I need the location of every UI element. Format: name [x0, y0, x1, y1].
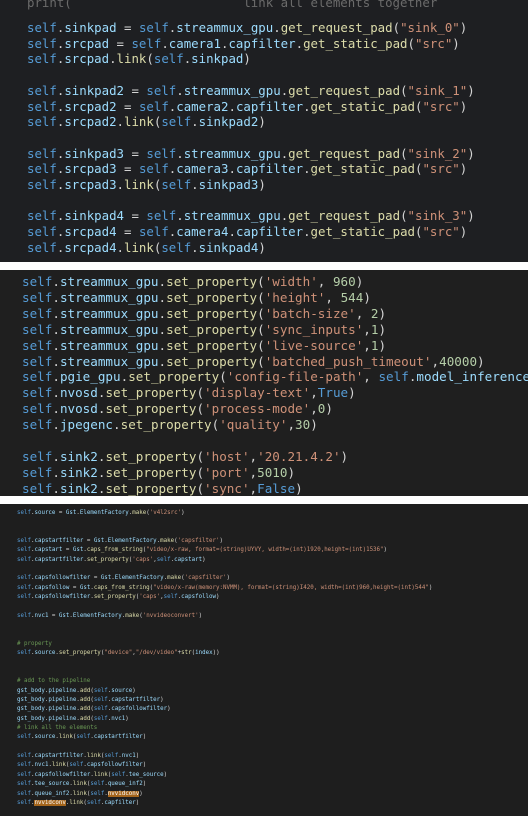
- code-line: self.capstartfilter.set_property('caps',…: [17, 556, 206, 563]
- code-line: self.pgie_gpu.set_property('config-file-…: [22, 369, 528, 385]
- code-line: self.capsfollowfilter.link(self.tee_sour…: [17, 771, 168, 778]
- code-line: self.sink2.set_property('port',5010): [22, 464, 296, 480]
- code-line: self.nvosd.set_property('process-mode',0…: [22, 401, 333, 417]
- code-line: self.nvvidconv.link(self.capfilter): [17, 799, 140, 806]
- code-line: self.srcpad.link(self.sinkpad): [27, 51, 251, 67]
- code-line: self.streammux_gpu.set_property('width',…: [22, 274, 364, 289]
- code-line: self.streammux_gpu.set_property('height'…: [22, 289, 371, 305]
- code-line: self.nvc1 = Gst.ElementFactory.make('nvv…: [17, 612, 203, 619]
- code-line: self.capsfollow = Gst.caps_from_string("…: [17, 584, 433, 591]
- code-line: self.streammux_gpu.set_property('sync_in…: [22, 321, 387, 337]
- code-line: # property: [17, 640, 52, 647]
- code-line: self.streammux_gpu.set_property('live-so…: [22, 337, 387, 353]
- code-line: self.sinkpad2 = self.streammux_gpu.get_r…: [27, 82, 475, 98]
- code-line: self.srcpad2.link(self.sinkpad2): [27, 114, 266, 130]
- code-line: self.queue_inf2.link(self.nvvidconv): [17, 790, 143, 797]
- code-line: self.sink2.set_property('sync',False): [22, 480, 303, 496]
- code-line: self.nvosd.set_property('display-text',T…: [22, 385, 356, 401]
- code-line: self.capsfollowfilter.set_property('caps…: [17, 594, 220, 601]
- code-panel-streammux-properties: self.streammux_gpu.set_property('width',…: [0, 270, 528, 496]
- code-panel-camera-pipeline: self.source = Gst.ElementFactory.make('v…: [0, 504, 528, 816]
- code-line: self.sinkpad3 = self.streammux_gpu.get_r…: [27, 145, 475, 161]
- code-line: self.streammux_gpu.set_property('batch-s…: [22, 305, 387, 321]
- code-line: self.streammux_gpu.set_property('batched…: [22, 353, 485, 369]
- code-line: self.capstart = Gst.caps_from_string("vi…: [17, 547, 388, 554]
- code-line: self.capstartfilter = Gst.ElementFactory…: [17, 538, 224, 545]
- code-line: self.srcpad4 = self.camera4.capfilter.ge…: [27, 224, 468, 240]
- code-line: gst_body.pipeline.add(self.capsfollowfil…: [17, 706, 171, 713]
- code-line: # link all the elements: [17, 725, 98, 732]
- code-line: self.capsfollowfilter = Gst.ElementFacto…: [17, 575, 231, 582]
- code-line: self.source.link(self.capstartfilter): [17, 734, 147, 741]
- cut-off-code-line: print( link all elements together: [27, 0, 438, 10]
- code-line: self.source.set_property("device","/dev/…: [17, 650, 220, 657]
- code-line: self.sinkpad4 = self.streammux_gpu.get_r…: [27, 208, 475, 224]
- code-panel-pad-linking: print( link all elements together self.s…: [0, 0, 528, 262]
- code-line: self.srcpad4.link(self.sinkpad4): [27, 239, 266, 255]
- code-line: gst_body.pipeline.add(self.capstartfilte…: [17, 697, 164, 703]
- code-line: self.tee_source.link(self.queue_inf2): [17, 781, 147, 788]
- code-line: self.source = Gst.ElementFactory.make('v…: [17, 510, 185, 516]
- code-line: self.srcpad2 = self.camera2.capfilter.ge…: [27, 98, 468, 114]
- code-line: self.sinkpad = self.streammux_gpu.get_re…: [27, 20, 468, 35]
- code-line: self.srcpad = self.camera1.capfilter.get…: [27, 35, 460, 51]
- code-line: self.capstartfilter.link(self.nvc1): [17, 753, 140, 760]
- code-line: self.sink2.set_property('host','20.21.4.…: [22, 448, 349, 464]
- code-line: self.nvc1.link(self.capsfollowfilter): [17, 762, 147, 769]
- code-line: self.srcpad3 = self.camera3.capfilter.ge…: [27, 161, 468, 177]
- code-line: # add to the pipeline: [17, 678, 91, 685]
- code-line: self.jpegenc.set_property('quality',30): [22, 417, 318, 433]
- code-line: gst_body.pipeline.add(self.nvc1): [17, 715, 129, 722]
- code-line: self.srcpad3.link(self.sinkpad3): [27, 177, 266, 192]
- code-line: gst_body.pipeline.add(self.source): [17, 687, 136, 694]
